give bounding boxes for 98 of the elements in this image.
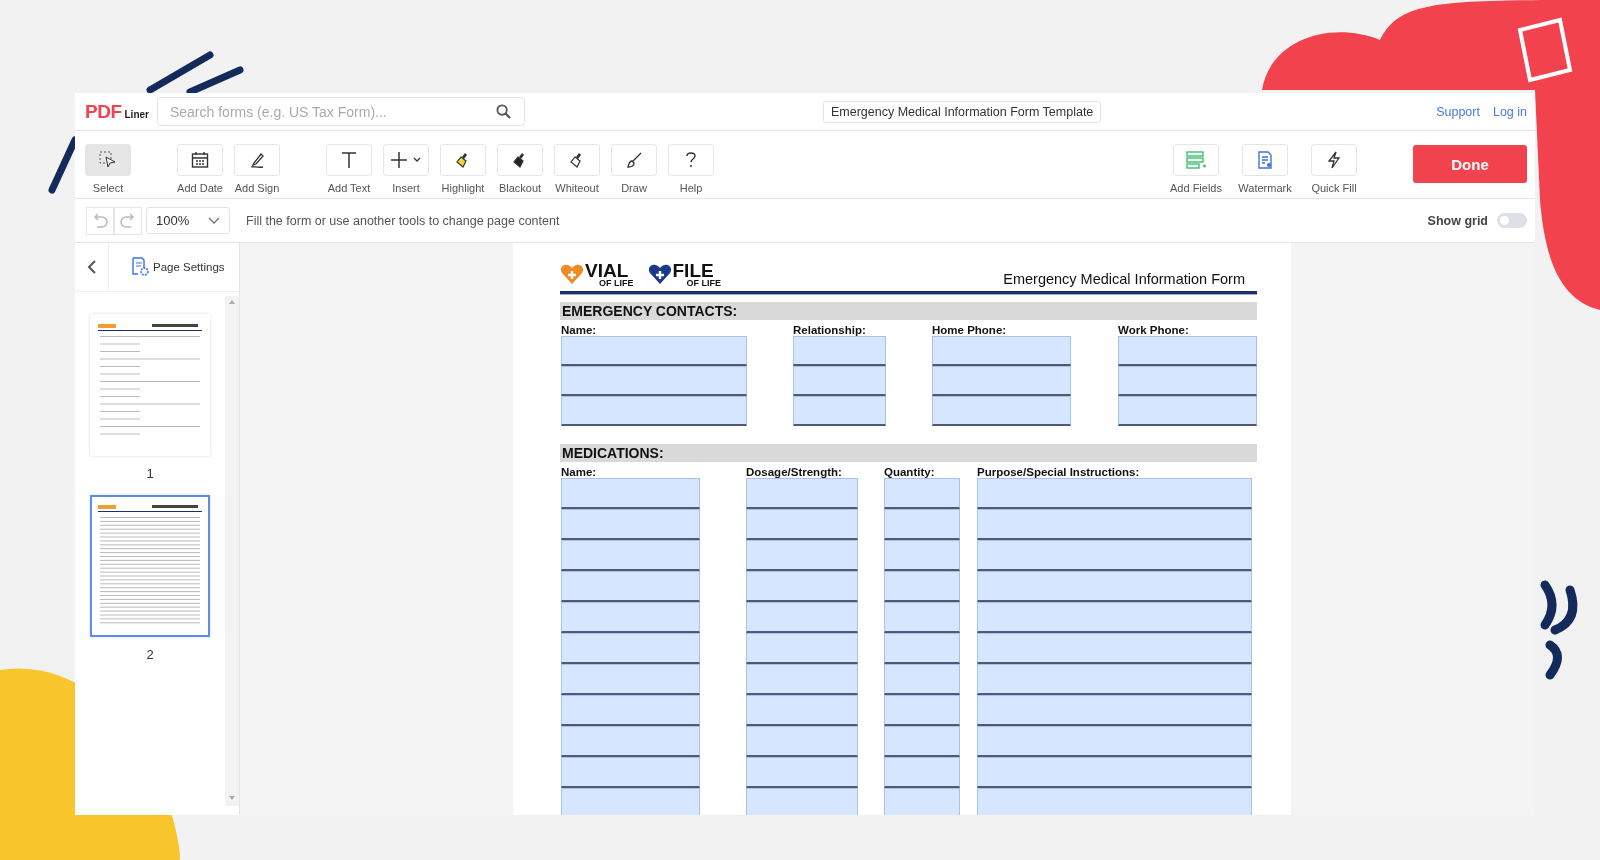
input-field[interactable] <box>977 540 1252 571</box>
input-field[interactable] <box>561 336 747 366</box>
input-field[interactable] <box>977 788 1252 815</box>
field-label: Name: <box>561 324 598 336</box>
lightning-icon <box>1325 151 1343 169</box>
input-field[interactable] <box>884 695 960 726</box>
input-field[interactable] <box>977 757 1252 788</box>
brush-icon <box>625 151 643 169</box>
page-thumbnail[interactable] <box>90 495 210 637</box>
list-icon <box>1186 151 1206 169</box>
input-field[interactable] <box>746 633 858 664</box>
input-field[interactable] <box>746 509 858 540</box>
input-field[interactable] <box>746 695 858 726</box>
input-field[interactable] <box>977 509 1252 540</box>
input-field[interactable] <box>932 366 1071 396</box>
plus-icon <box>390 151 422 169</box>
field-label: Dosage/Strength: <box>746 466 843 478</box>
input-field[interactable] <box>977 478 1252 509</box>
input-field[interactable] <box>746 757 858 788</box>
input-field[interactable] <box>793 396 886 426</box>
hint-text: Fill the form or use another tools to change page content <box>246 213 560 228</box>
input-field[interactable] <box>561 664 700 695</box>
input-field[interactable] <box>884 571 960 602</box>
text-icon <box>340 151 358 169</box>
input-field[interactable] <box>1118 396 1257 426</box>
header-link[interactable]: Log in <box>1492 104 1527 119</box>
input-field[interactable] <box>932 336 1071 366</box>
settings-icon <box>131 257 151 277</box>
field-label: Relationship: <box>793 324 867 336</box>
input-field[interactable] <box>977 695 1252 726</box>
input-field[interactable] <box>746 540 858 571</box>
logo: VIAL OF LIFE <box>560 261 634 287</box>
scrollbar[interactable] <box>225 296 239 806</box>
cursor-icon <box>99 151 117 169</box>
field-label: Quantity: <box>884 466 936 478</box>
input-field[interactable] <box>561 602 700 633</box>
input-field[interactable] <box>884 509 960 540</box>
input-field[interactable] <box>977 726 1252 757</box>
input-field[interactable] <box>884 664 960 695</box>
input-field[interactable] <box>793 366 886 396</box>
section-heading: EMERGENCY CONTACTS: <box>560 302 1257 320</box>
section-heading: MEDICATIONS: <box>560 444 1257 462</box>
page-thumbnail[interactable] <box>90 314 210 456</box>
page-number: 2 <box>146 647 154 662</box>
page-settings-button[interactable]: Page Settings <box>109 243 225 291</box>
input-field[interactable] <box>977 664 1252 695</box>
field-label: Home Phone: <box>932 324 1008 336</box>
input-field[interactable] <box>884 478 960 509</box>
document-title: Emergency Medical Information Form Template <box>822 100 1102 123</box>
input-field[interactable] <box>1118 336 1257 366</box>
logo: FILE OF LIFE <box>647 261 721 287</box>
zoom-dropdown[interactable]: 100% <box>146 207 230 234</box>
input-field[interactable] <box>746 726 858 757</box>
input-field[interactable] <box>977 602 1252 633</box>
input-field[interactable] <box>561 396 747 426</box>
input-field[interactable] <box>561 633 700 664</box>
pen-icon <box>248 151 266 169</box>
field-label: Purpose/Special Instructions: <box>977 466 1141 478</box>
search-field[interactable]: Search forms (e.g. US Tax Form)... <box>156 97 525 126</box>
search-icon[interactable] <box>495 104 511 119</box>
back-icon[interactable] <box>86 260 97 274</box>
field-label: Name: <box>561 466 598 478</box>
grid-toggle[interactable] <box>1497 213 1527 228</box>
logo[interactable]: PDF Liner <box>85 100 149 123</box>
grid-label: Show grid <box>1427 213 1488 228</box>
input-field[interactable] <box>1118 366 1257 396</box>
input-field[interactable] <box>746 664 858 695</box>
input-field[interactable] <box>561 509 700 540</box>
input-field[interactable] <box>561 757 700 788</box>
input-field[interactable] <box>932 396 1071 426</box>
form-title: Emergency Medical Information Form <box>1003 271 1245 287</box>
input-field[interactable] <box>561 366 747 396</box>
calendar-icon <box>191 151 209 169</box>
chevron-down-icon <box>208 216 220 225</box>
input-field[interactable] <box>561 726 700 757</box>
input-field[interactable] <box>746 602 858 633</box>
input-field[interactable] <box>977 571 1252 602</box>
input-field[interactable] <box>561 571 700 602</box>
input-field[interactable] <box>561 540 700 571</box>
page-number: 1 <box>146 466 154 481</box>
input-field[interactable] <box>884 602 960 633</box>
input-field[interactable] <box>746 478 858 509</box>
input-field[interactable] <box>884 633 960 664</box>
input-field[interactable] <box>746 788 858 815</box>
input-field[interactable] <box>977 633 1252 664</box>
input-field[interactable] <box>884 540 960 571</box>
done-button[interactable]: Done <box>1413 145 1527 183</box>
input-field[interactable] <box>884 788 960 815</box>
input-field[interactable] <box>561 788 700 815</box>
input-field[interactable] <box>746 571 858 602</box>
input-field[interactable] <box>884 757 960 788</box>
header-link[interactable]: Support <box>1436 104 1480 119</box>
input-field[interactable] <box>884 726 960 757</box>
field-label: Work Phone: <box>1118 324 1190 336</box>
input-field[interactable] <box>561 695 700 726</box>
document-icon <box>1256 151 1274 169</box>
input-field[interactable] <box>793 336 886 366</box>
input-field[interactable] <box>561 478 700 509</box>
